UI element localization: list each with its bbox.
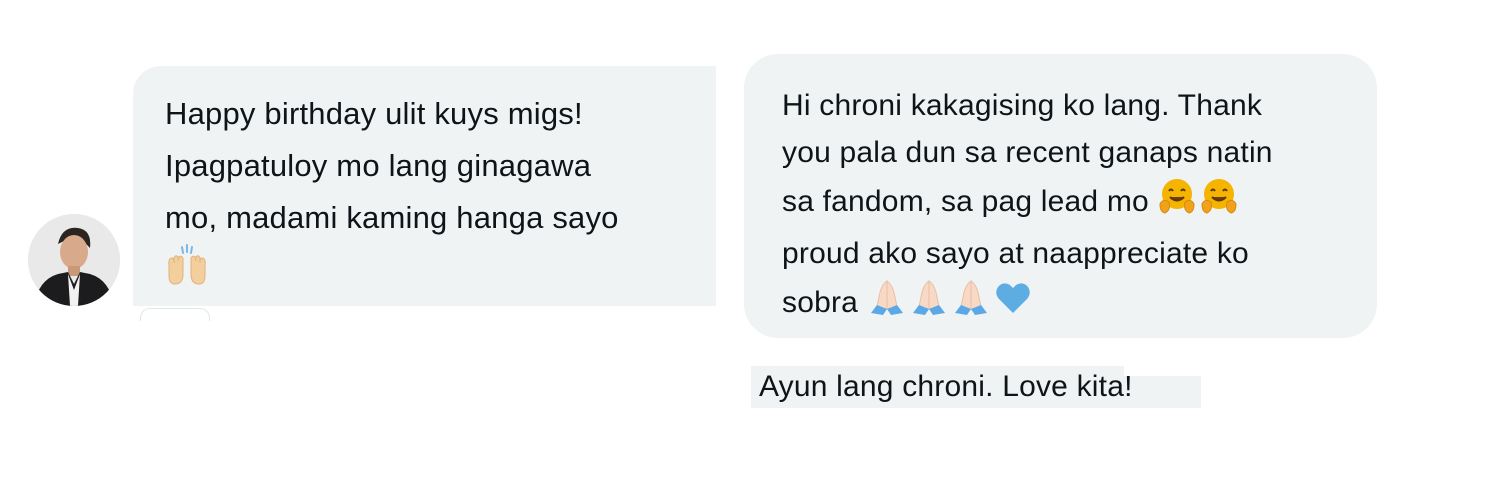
message-emoji-line — [165, 244, 716, 304]
message-line: mo, madami kaming hanga sayo — [165, 200, 619, 235]
bubble-edge — [1124, 366, 1201, 376]
message-line: Hi chroni kakagising ko lang. Thank — [782, 89, 1263, 122]
emoji-group — [1157, 176, 1239, 230]
folded-hands-emoji — [867, 277, 907, 331]
received-message-bubble[interactable]: Happy birthday ulit kuys migs! Ipagpatul… — [133, 66, 716, 306]
hugging-face-emoji — [1157, 176, 1197, 230]
folded-hands-emoji — [951, 277, 991, 331]
reaction-stub[interactable] — [140, 308, 210, 321]
sent-message-bubble[interactable]: Hi chroni kakagising ko lang. Thank you … — [744, 54, 1377, 338]
message-line-text: sa fandom, sa pag lead mo — [782, 184, 1149, 218]
message-line-with-emoji: sobra — [782, 277, 1347, 331]
avatar[interactable] — [28, 214, 120, 306]
hugging-face-emoji — [1199, 176, 1239, 230]
message-line: you pala dun sa recent ganaps natin — [782, 136, 1273, 169]
emoji-group — [867, 277, 1033, 331]
message-line: Ipagpatuloy mo lang ginagawa — [165, 148, 592, 183]
folded-hands-emoji — [909, 277, 949, 331]
message-line: proud ako sayo at naappreciate ko — [782, 237, 1249, 270]
message-line-with-emoji: sa fandom, sa pag lead mo — [782, 176, 1347, 230]
raising-hands-emoji — [165, 244, 209, 304]
message-line: Happy birthday ulit kuys migs! — [165, 96, 583, 131]
blue-heart-emoji — [993, 277, 1033, 331]
avatar-photo — [28, 214, 120, 306]
message-line-text: sobra — [782, 285, 859, 319]
